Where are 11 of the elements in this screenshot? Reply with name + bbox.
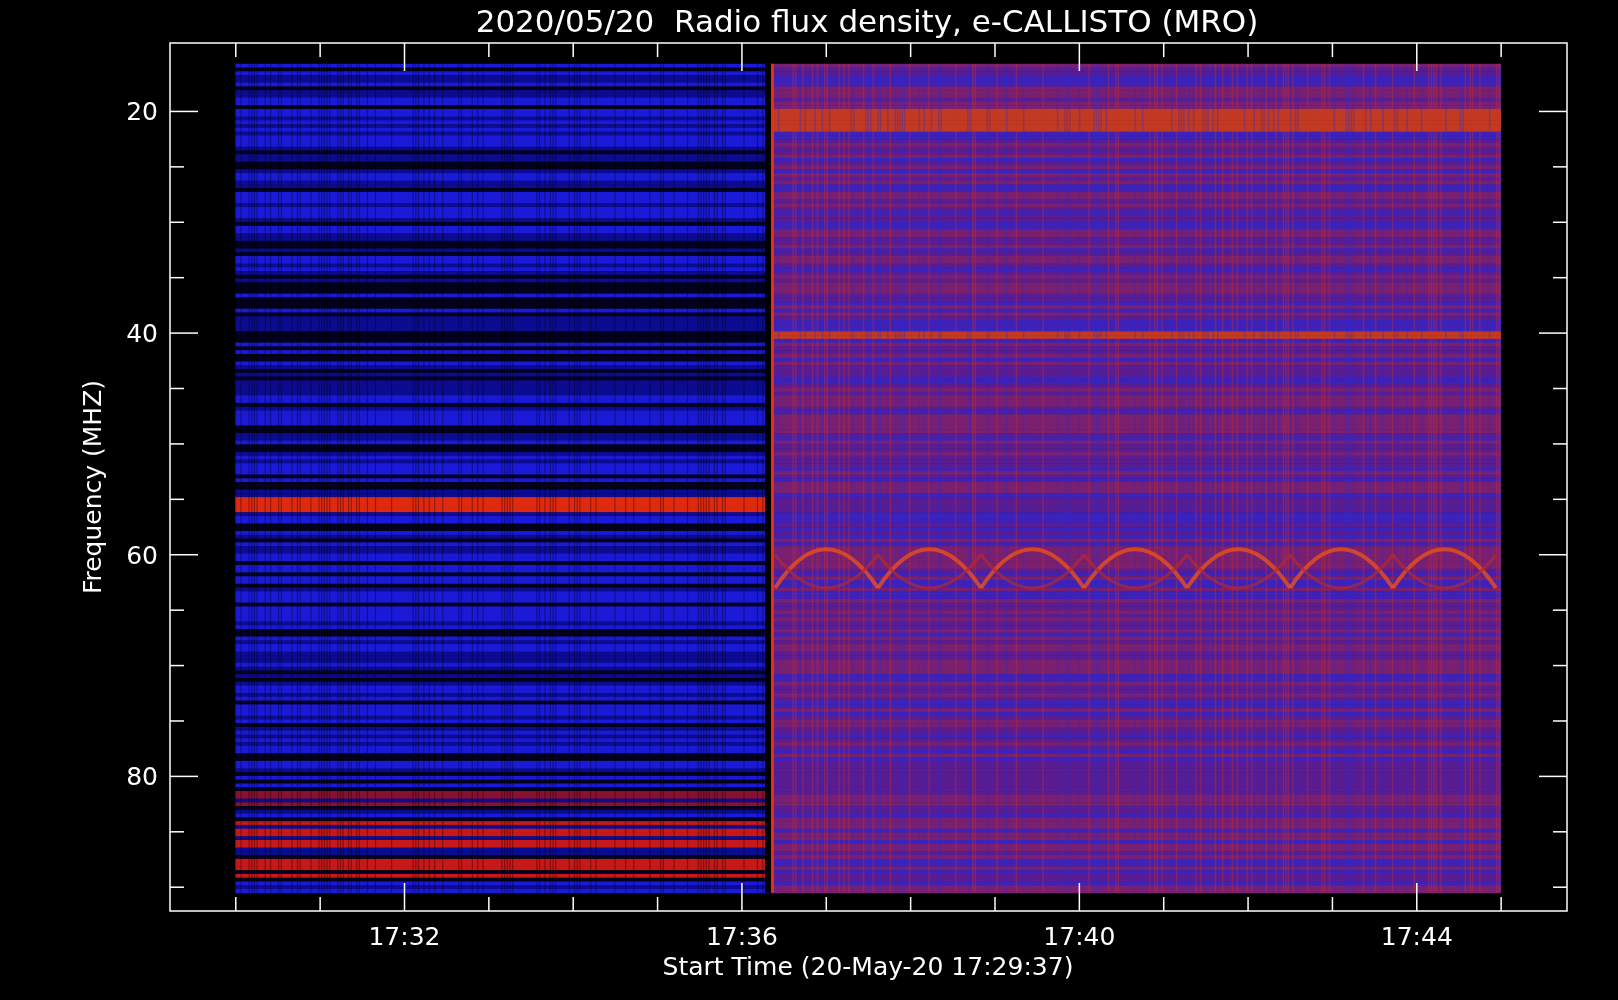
- x-tick-label: 17:32: [368, 922, 441, 951]
- x-tick-label: 17:40: [1043, 922, 1116, 951]
- x-tick-label: 17:36: [705, 922, 778, 951]
- plot-title: 2020/05/20 Radio flux density, e-CALLISTO (MRO): [475, 3, 1259, 39]
- y-tick-label: 20: [126, 97, 158, 127]
- x-axis-label: Start Time (20-May-20 17:29:37): [662, 952, 1074, 981]
- y-tick-label: 40: [126, 319, 158, 349]
- x-tick-label: 17:44: [1380, 922, 1453, 951]
- y-tick-label: 80: [126, 762, 158, 792]
- y-axis-label: Frequency (MHZ): [78, 379, 107, 595]
- y-tick-label: 60: [126, 540, 158, 570]
